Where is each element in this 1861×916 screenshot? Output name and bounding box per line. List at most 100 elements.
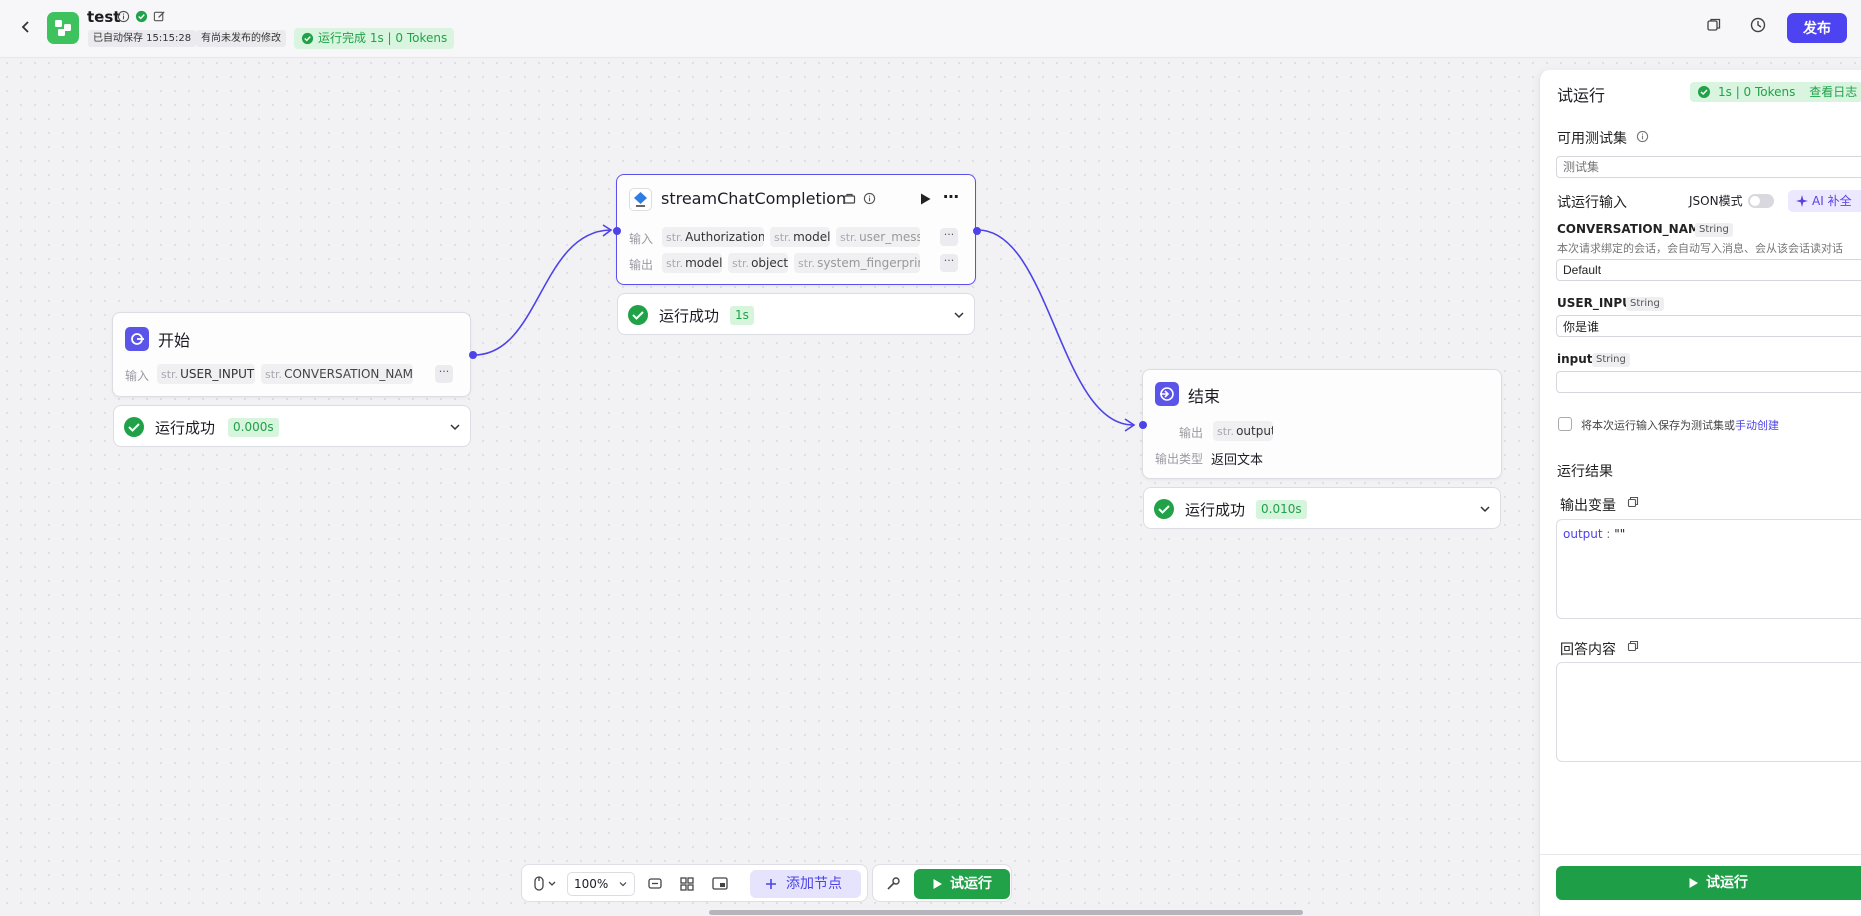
run-node-icon[interactable] [919,192,932,210]
var-type-tag: String [1626,297,1664,311]
history-icon[interactable] [1749,16,1769,36]
duration-badge: 1s [730,306,754,325]
success-check-icon [1698,86,1710,98]
chevron-down-icon [450,424,460,431]
info-icon[interactable] [1636,130,1649,147]
end-node-title: 结束 [1188,387,1221,406]
var-name: input [1557,352,1593,366]
api-input-chip: str. Authorization [662,227,764,247]
zoom-select[interactable]: 100% [567,872,635,896]
api-output-more-chip[interactable]: ··· [940,254,958,272]
end-output-chip: str. output [1213,421,1273,441]
start-output-port[interactable] [469,351,477,359]
mouse-mode-icon[interactable] [532,875,560,893]
testset-select[interactable] [1556,156,1861,178]
output-vars-box: output : "" [1556,519,1861,619]
save-testset-checkbox[interactable] [1558,417,1572,431]
api-output-label: 输出 [629,258,654,272]
plus-icon [766,879,776,889]
copy-icon[interactable] [1627,640,1639,656]
autosave-badge: 已自动保存 15:15:28 [88,30,197,47]
panel-test-run-button[interactable]: 试运行 [1556,866,1861,900]
duration-badge: 0.000s [228,418,279,437]
result-label: 运行结果 [1557,464,1613,480]
test-run-button[interactable]: 试运行 [914,869,1010,899]
info-icon[interactable] [117,10,131,24]
plugin-store-icon [843,192,856,209]
conversation-name-input[interactable] [1556,259,1861,281]
end-node-icon [1155,382,1179,406]
copy-icon[interactable] [1705,16,1725,36]
test-run-panel: 试运行 1s | 0 Tokens 查看日志 可用测试集 试运行输入 JSON模… [1539,70,1861,916]
start-node-title: 开始 [158,331,191,350]
run-input-label: 试运行输入 [1557,195,1627,211]
start-more-chip[interactable]: ··· [435,365,453,383]
panel-run-badge: 1s | 0 Tokens 查看日志 [1690,82,1861,102]
manual-create-link[interactable]: 手动创建 [1735,419,1779,432]
view-log-link[interactable]: 查看日志 [1809,85,1857,99]
start-node-icon [125,327,149,351]
debug-tool-icon[interactable] [884,875,902,893]
comment-icon[interactable] [646,875,664,893]
var-type-tag: String [1592,353,1630,367]
ai-fill-label: AI 补全 [1812,194,1852,208]
end-input-port[interactable] [1139,421,1147,429]
end-output-label: 输出 [1179,426,1204,440]
copy-icon[interactable] [1627,496,1639,512]
duration-badge: 0.010s [1256,500,1307,519]
api-node-title: streamChatCompletion [661,189,847,208]
app-logo [47,12,79,44]
api-node[interactable]: streamChatCompletion ⋯ 输入 str. Authorizat… [616,174,976,285]
panel-badge-text: 1s | 0 Tokens [1718,85,1796,99]
more-options-icon[interactable]: ⋯ [943,187,960,206]
canvas-toolbar: 100% 添加节点 [521,864,868,902]
output-line: output : "" [1563,527,1626,541]
status-text: 运行成功 [155,419,216,437]
back-arrow-icon[interactable] [18,16,34,38]
chevron-down-icon [619,882,627,887]
end-node[interactable]: 结束 输出 str. output 输出类型 返回文本 [1142,369,1502,479]
api-input-chip: str. model [770,227,830,247]
chevron-down-icon [1480,506,1490,513]
status-text: 运行成功 [659,307,720,325]
answer-label: 回答内容 [1560,642,1616,658]
success-check-icon [1154,499,1174,519]
chevron-down-icon [954,312,964,319]
status-text: 运行成功 [1185,501,1246,519]
var-description: 本次请求绑定的会话，会自动写入消息、会从该会话读对话 [1557,242,1843,255]
api-output-chip: str. system_fingerprin [794,253,920,273]
start-node[interactable]: 开始 输入 str. USER_INPUT str. CONVERSATION_NA… [112,312,471,397]
user-input-field[interactable] [1556,315,1861,337]
add-node-label: 添加节点 [786,876,842,892]
end-output-type-value: 返回文本 [1211,453,1264,468]
api-input-port[interactable] [613,227,621,235]
info-icon[interactable] [863,192,876,209]
end-status-card[interactable]: 运行成功 0.010s [1143,487,1501,529]
auto-layout-icon[interactable] [678,875,696,893]
input-field[interactable] [1556,371,1861,393]
var-name: CONVERSATION_NAME [1557,222,1709,236]
json-mode-toggle[interactable] [1748,194,1774,208]
start-status-card[interactable]: 运行成功 0.000s [113,405,471,447]
api-status-card[interactable]: 运行成功 1s [617,293,975,335]
api-output-port[interactable] [973,227,981,235]
start-input-chip: str. CONVERSATION_NAME [261,364,413,384]
var-type-tag: String [1695,223,1733,237]
save-testset-text: 将本次运行输入保存为测试集或手动创建 [1581,419,1779,432]
edit-icon[interactable] [153,10,167,24]
api-input-more-chip[interactable]: ··· [940,228,958,246]
add-node-button[interactable]: 添加节点 [750,870,861,898]
end-output-type-label: 输出类型 [1155,452,1204,466]
horizontal-scrollbar[interactable] [709,910,1303,915]
success-check-icon [628,305,648,325]
start-input-chip: str. USER_INPUT [157,364,255,384]
publish-button[interactable]: 发布 [1787,13,1847,43]
run-status-chip: 运行完成 1s | 0 Tokens [294,28,455,49]
success-check-icon [124,417,144,437]
panel-divider [1540,854,1861,855]
panel-run-label: 试运行 [1706,875,1748,891]
api-input-chip: str. user_mess [836,227,920,247]
zoom-value: 100% [574,877,609,891]
minimap-icon[interactable] [711,875,729,893]
ai-fill-button[interactable]: AI 补全 [1788,190,1861,212]
